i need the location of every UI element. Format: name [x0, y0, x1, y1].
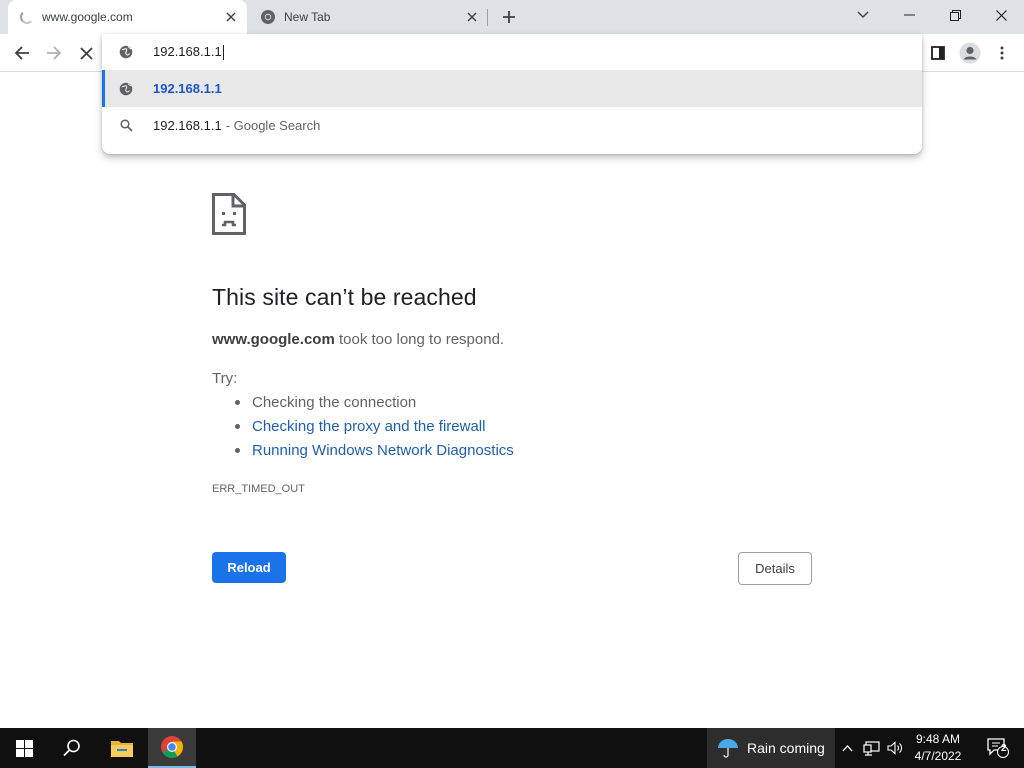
suggestion-check-connection: Checking the connection: [235, 394, 514, 418]
minimize-icon: [903, 14, 915, 16]
tab-close-button[interactable]: [221, 7, 241, 27]
globe-icon: [119, 82, 133, 95]
network-icon: [862, 740, 880, 756]
close-icon: [226, 12, 236, 22]
system-clock[interactable]: 9:48 AM 4/7/2022: [905, 731, 971, 765]
start-button[interactable]: [0, 728, 48, 768]
chrome-logo-icon: [261, 10, 275, 24]
address-input[interactable]: 192.168.1.1: [153, 43, 224, 61]
error-summary-text: took too long to respond.: [338, 331, 505, 348]
folder-icon: [111, 741, 133, 757]
forward-button[interactable]: [39, 38, 69, 68]
tab-title: www.google.com: [42, 10, 133, 24]
loading-spinner-icon: [20, 10, 34, 24]
chrome-taskbar-button[interactable]: [148, 728, 196, 768]
tab-new-tab[interactable]: New Tab: [250, 0, 488, 34]
volume-button[interactable]: [884, 728, 906, 768]
umbrella-icon: [718, 739, 738, 758]
new-tab-button[interactable]: [497, 5, 521, 29]
stop-loading-button[interactable]: [71, 38, 101, 68]
address-input-text: 192.168.1.1: [153, 43, 222, 59]
close-icon: [467, 12, 477, 22]
avatar-icon: [959, 42, 981, 64]
suggestion-check-proxy-link[interactable]: Checking the proxy and the firewall: [235, 418, 514, 442]
arrow-right-icon: [47, 46, 62, 60]
taskbar: Rain coming 9:48 AM 4/7/2022 2: [0, 728, 1024, 768]
tab-search-button[interactable]: [840, 0, 886, 30]
windows-logo-icon: [15, 739, 33, 757]
back-button[interactable]: [7, 38, 37, 68]
search-icon: [63, 739, 80, 757]
speaker-icon: [886, 741, 902, 755]
address-bar[interactable]: 192.168.1.1: [102, 34, 922, 70]
search-icon: [119, 119, 133, 132]
sad-page-icon: [212, 193, 246, 235]
tab-separator: [487, 9, 488, 26]
suggestion-query: 192.168.1.1: [153, 118, 222, 133]
arrow-left-icon: [14, 46, 29, 60]
tab-close-button[interactable]: [462, 7, 482, 27]
close-window-button[interactable]: [978, 0, 1024, 30]
reload-button[interactable]: Reload: [212, 552, 286, 583]
side-panel-icon: [931, 46, 945, 60]
error-summary: www.google.com took too long to respond.: [212, 331, 504, 348]
suggestion-url: 192.168.1.1: [153, 81, 222, 96]
menu-button[interactable]: [987, 38, 1017, 68]
try-label: Try:: [212, 370, 238, 387]
restore-icon: [949, 9, 961, 21]
clock-date: 4/7/2022: [914, 749, 962, 763]
details-button[interactable]: Details: [738, 552, 812, 585]
suggestion-description: - Google Search: [225, 118, 321, 133]
clock-time: 9:48 AM: [915, 732, 961, 746]
text-caret: [222, 45, 224, 61]
weather-text: Rain coming: [747, 740, 825, 756]
weather-widget[interactable]: Rain coming: [707, 728, 835, 768]
chrome-logo-icon: [161, 736, 183, 758]
suggestion-network-diagnostics-link[interactable]: Running Windows Network Diagnostics: [235, 442, 514, 466]
side-panel-button[interactable]: [923, 38, 953, 68]
error-heading: This site can’t be reached: [212, 284, 477, 310]
error-page: This site can’t be reached www.google.co…: [0, 72, 1024, 728]
taskbar-search-button[interactable]: [48, 728, 96, 768]
file-explorer-button[interactable]: [98, 728, 146, 768]
chevron-up-icon: [842, 744, 852, 751]
error-code: ERR_TIMED_OUT: [212, 483, 305, 495]
notification-count: 2: [1001, 743, 1007, 754]
profile-button[interactable]: [955, 38, 985, 68]
omnibox-suggestion[interactable]: 192.168.1.1: [102, 70, 922, 107]
chevron-down-icon: [857, 11, 869, 18]
minimize-button[interactable]: [886, 0, 932, 30]
show-hidden-icons-button[interactable]: [838, 728, 856, 768]
close-icon: [79, 46, 93, 60]
tab-google[interactable]: www.google.com: [8, 0, 247, 34]
close-icon: [995, 9, 1007, 21]
plus-icon: [503, 11, 515, 23]
notifications-button[interactable]: 2: [978, 728, 1018, 768]
more-vertical-icon: [1000, 46, 1004, 60]
omnibox-suggestion[interactable]: 192.168.1.1 - Google Search: [102, 107, 922, 144]
omnibox-dropdown: 192.168.1.1 192.168.1.1 192.168.1.1 - Go…: [102, 34, 922, 154]
tab-title: New Tab: [284, 10, 331, 24]
globe-icon: [119, 45, 133, 59]
suggestion-list: Checking the connection Checking the pro…: [235, 394, 514, 466]
tab-strip: www.google.com New Tab: [0, 0, 1024, 34]
error-host: www.google.com: [212, 331, 335, 348]
network-button[interactable]: [860, 728, 882, 768]
restore-button[interactable]: [932, 0, 978, 30]
